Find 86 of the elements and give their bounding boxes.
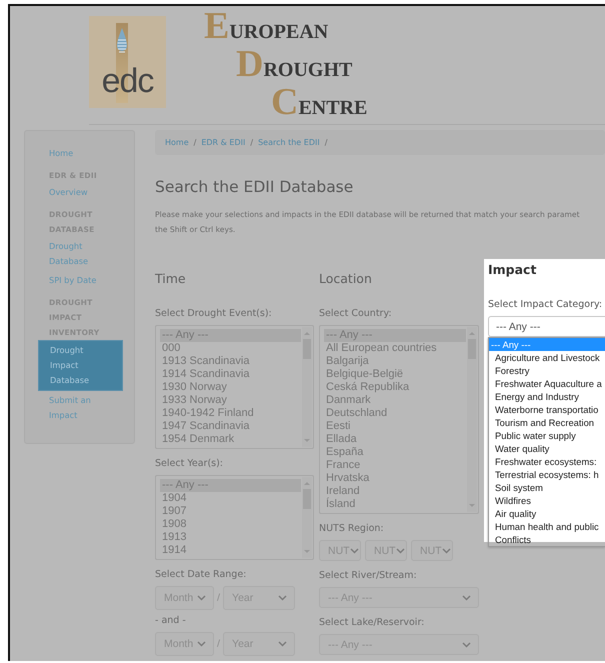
breadcrumb-link[interactable]: EDR & EDII xyxy=(201,138,246,147)
list-option[interactable]: 000 xyxy=(160,342,301,355)
chevron-down-icon xyxy=(197,595,206,601)
list-option[interactable]: 1904 xyxy=(160,492,301,505)
list-option[interactable]: 1908 xyxy=(160,518,301,531)
field-label: Select Date Range: xyxy=(155,568,248,582)
separator-text: / xyxy=(217,639,220,649)
list-option[interactable]: France xyxy=(324,459,466,472)
chevron-down-icon xyxy=(396,548,405,554)
field-label: Select Year(s): xyxy=(155,457,224,471)
field-label: Select River/Stream: xyxy=(319,569,418,583)
breadcrumb-link[interactable]: Search the EDII xyxy=(258,138,320,147)
dropdown-option[interactable]: Waterborne transportatio xyxy=(489,403,605,416)
chevron-down-icon xyxy=(462,642,471,648)
dropdown[interactable]: --- Any --- xyxy=(488,316,605,337)
list-option[interactable]: 1954 Denmark xyxy=(160,433,301,446)
dropdown-option[interactable]: Freshwater ecosystems: xyxy=(489,455,605,468)
site-title-line: CENTRE xyxy=(270,86,368,124)
dropdown-option[interactable]: Public water supply xyxy=(489,429,605,442)
sidebar-link[interactable]: Submit an Impact xyxy=(38,391,121,425)
list-option[interactable]: 1913 Scandinavia xyxy=(160,355,301,368)
list-option[interactable]: Belgique-België xyxy=(324,368,466,381)
chevron-down-icon xyxy=(442,548,451,554)
chevron-down-icon xyxy=(350,548,359,554)
field-label: - and - xyxy=(155,614,187,628)
sidebar-link[interactable]: Overview xyxy=(38,183,121,202)
list-option[interactable]: Balgarija xyxy=(324,355,466,368)
breadcrumb-link[interactable]: Home xyxy=(165,138,189,147)
scrollbar[interactable] xyxy=(302,327,312,447)
dropdown-option[interactable]: Forestry xyxy=(489,364,605,377)
list-option[interactable]: All European countries xyxy=(324,342,466,355)
list-option[interactable]: 1914 Scandinavia xyxy=(160,368,301,381)
chevron-down-icon xyxy=(462,594,471,600)
list-option[interactable]: Ireland xyxy=(324,485,466,498)
page-title: Search the EDII Database xyxy=(155,177,354,197)
dropdown-option[interactable]: Conflicts xyxy=(489,533,605,546)
list-option[interactable]: Ceská Republika xyxy=(324,381,466,394)
list-option[interactable]: Deutschland xyxy=(324,407,466,420)
column-heading: Location xyxy=(319,271,373,287)
column-heading: Time xyxy=(155,271,187,287)
list-option[interactable]: España xyxy=(324,446,466,459)
dropdown-option[interactable]: Freshwater Aquaculture a xyxy=(489,377,605,390)
dropdown-option[interactable]: --- Any --- xyxy=(489,338,605,351)
dropdown-option[interactable]: Energy and Industry xyxy=(489,390,605,403)
list-option[interactable]: Hrvatska xyxy=(324,472,466,485)
sidebar-link[interactable]: Drought Database xyxy=(38,237,121,271)
list-option[interactable]: 1947 Scandinavia xyxy=(160,420,301,433)
dropdown-option[interactable]: Tourism and Recreation xyxy=(489,416,605,429)
list-option[interactable]: 1940-1942 Finland xyxy=(160,407,301,420)
sidebar-link[interactable]: Drought Impact Database xyxy=(38,340,123,391)
list-option[interactable]: 1930 Norway xyxy=(160,381,301,394)
list-option[interactable]: Danmark xyxy=(324,394,466,407)
dropdown-option[interactable]: Human health and public xyxy=(489,520,605,533)
field-label: Select Country: xyxy=(319,307,393,321)
column-heading: Impact xyxy=(488,262,538,278)
field-label: NUTS Region: xyxy=(319,522,385,536)
list-option[interactable]: 1913 xyxy=(160,531,301,544)
dropdown-option[interactable]: Terrestrial ecosystems: h xyxy=(489,468,605,481)
chevron-down-icon xyxy=(197,641,206,647)
dropdown-option[interactable]: Soil system xyxy=(489,481,605,494)
scrollbar[interactable] xyxy=(302,477,312,558)
breadcrumb-separator: / xyxy=(324,138,328,147)
list-option[interactable]: Ísland xyxy=(324,498,466,511)
breadcrumb-separator: / xyxy=(250,138,254,147)
chevron-down-icon xyxy=(278,595,288,601)
site-title-line: DROUGHT xyxy=(235,48,354,86)
field-label: Select Impact Category: xyxy=(488,298,604,312)
sidebar-link[interactable]: SPI by Date xyxy=(38,271,121,290)
dropdown-option[interactable]: Wildfires xyxy=(489,494,605,507)
dropdown-option[interactable]: Water quality xyxy=(489,442,605,455)
field-label: Select Lake/Reservoir: xyxy=(319,616,426,630)
sidebar-link[interactable]: Home xyxy=(38,144,121,163)
dropdown-option[interactable]: Agriculture and Livestock xyxy=(489,351,605,364)
list-option[interactable]: 1907 xyxy=(160,505,301,518)
list-option[interactable]: Ellada xyxy=(324,433,466,446)
list-option[interactable]: 1914 xyxy=(160,544,301,557)
list-option[interactable]: Eesti xyxy=(324,420,466,433)
dropdown-option[interactable]: Air quality xyxy=(489,507,605,520)
field-label: Select Drought Event(s): xyxy=(155,307,273,321)
site-title-line: EUROPEAN xyxy=(204,10,330,48)
breadcrumb-separator: / xyxy=(194,138,196,147)
separator-text: / xyxy=(217,593,220,603)
list-option[interactable]: 1933 Norway xyxy=(160,394,301,407)
logo: edc xyxy=(89,16,166,108)
scrollbar[interactable] xyxy=(467,327,477,512)
chevron-down-icon xyxy=(278,641,288,647)
